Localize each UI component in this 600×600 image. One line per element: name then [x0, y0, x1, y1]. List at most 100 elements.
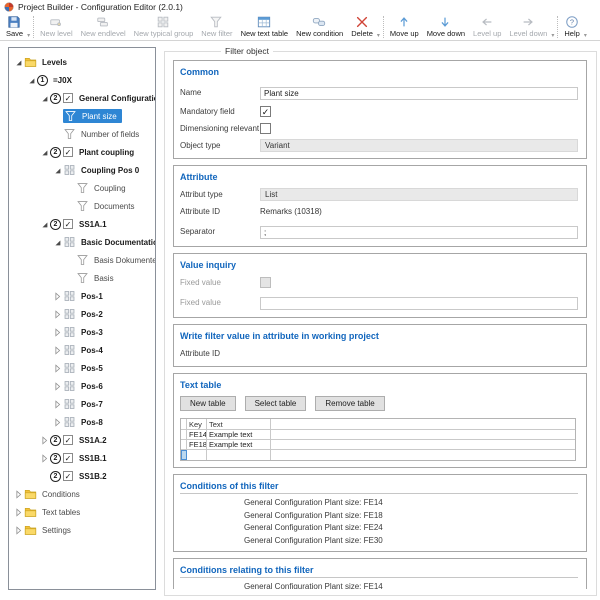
condition-item[interactable]: General Configuration Plant size: FE14: [180, 497, 578, 510]
tree-item-pos-5[interactable]: Pos-5: [9, 359, 155, 377]
expander-placeholder: [65, 183, 76, 194]
object-type-label: Object type: [180, 141, 260, 150]
tree-item-basic-documentation[interactable]: Basic Documentation: [9, 233, 155, 251]
expander-placeholder: [65, 201, 76, 212]
tree-item-basis[interactable]: Basis: [9, 269, 155, 287]
new-text-table-button[interactable]: New text table: [237, 14, 293, 40]
delete-button[interactable]: Delete: [347, 14, 377, 40]
condition-item[interactable]: General Configuration Plant size: FE24: [180, 522, 578, 535]
toolbar-group-overflow[interactable]: ▾: [584, 33, 588, 40]
new-filter-button[interactable]: New filter: [197, 14, 236, 40]
tree-item-conditions[interactable]: Conditions: [9, 485, 155, 503]
toolbar-group-overflow[interactable]: ▾: [551, 33, 555, 40]
new-endlevel-button[interactable]: New endlevel: [77, 14, 130, 40]
key-cell[interactable]: FE18: [187, 440, 207, 449]
expander-icon[interactable]: [52, 237, 63, 248]
expander-icon[interactable]: [39, 453, 50, 464]
expander-icon[interactable]: [39, 93, 50, 104]
expander-icon[interactable]: [52, 327, 63, 338]
expander-icon[interactable]: [13, 525, 24, 536]
tree-item-checkbox[interactable]: ✓: [63, 93, 73, 103]
tree-item-checkbox[interactable]: ✓: [63, 453, 73, 463]
tree-item-pos-2[interactable]: Pos-2: [9, 305, 155, 323]
name-input[interactable]: [260, 87, 578, 100]
tree-item-checkbox[interactable]: ✓: [63, 147, 73, 157]
tree-item-settings[interactable]: Settings: [9, 521, 155, 539]
text-cell[interactable]: Example text: [207, 440, 271, 449]
tree-item-levels[interactable]: Levels: [9, 53, 155, 71]
expander-icon[interactable]: [39, 435, 50, 446]
level-up-button[interactable]: Level up: [469, 14, 505, 40]
key-cell[interactable]: FE14: [187, 430, 207, 439]
condition-item[interactable]: General Configuration Plant size: FE30: [180, 535, 578, 548]
tree-item-documents[interactable]: Documents: [9, 197, 155, 215]
column-header-key[interactable]: Key: [187, 419, 207, 429]
expander-icon[interactable]: [52, 417, 63, 428]
tree-item-text-tables[interactable]: Text tables: [9, 503, 155, 521]
tree-item-pos-6[interactable]: Pos-6: [9, 377, 155, 395]
tree-item-number-of-fields[interactable]: Number of fields: [9, 125, 155, 143]
expander-icon[interactable]: [26, 75, 37, 86]
tree-item-coupling-pos-0[interactable]: Coupling Pos 0: [9, 161, 155, 179]
save-button[interactable]: Save: [2, 14, 27, 40]
expander-icon[interactable]: [39, 219, 50, 230]
tree-item-j0x[interactable]: 1=J0X: [9, 71, 155, 89]
level-down-button[interactable]: Level down: [505, 14, 551, 40]
expander-icon[interactable]: [52, 345, 63, 356]
tree-item-checkbox[interactable]: ✓: [63, 435, 73, 445]
condition-item[interactable]: General Configuration Plant size: FE14: [180, 581, 578, 589]
tree-item-pos-7[interactable]: Pos-7: [9, 395, 155, 413]
toolbar-group-overflow[interactable]: ▾: [27, 33, 31, 40]
text-cell[interactable]: Example text: [207, 430, 271, 439]
separator-input[interactable]: [260, 226, 578, 239]
tree-item-general-configuration[interactable]: 2✓General Configuration: [9, 89, 155, 107]
expander-icon[interactable]: [13, 489, 24, 500]
section-conditions-relating-title: Conditions relating to this filter: [180, 565, 578, 575]
expander-icon[interactable]: [52, 309, 63, 320]
expander-icon[interactable]: [52, 291, 63, 302]
mandatory-field-checkbox[interactable]: ✓: [260, 106, 271, 117]
help-button[interactable]: ?Help: [560, 14, 583, 40]
expander-icon[interactable]: [13, 507, 24, 518]
attribut-type-field[interactable]: List: [260, 188, 578, 201]
key-cell[interactable]: [187, 450, 207, 460]
fixed-value-input[interactable]: [260, 297, 578, 310]
new-level-button[interactable]: New level: [36, 14, 77, 40]
expander-icon[interactable]: [52, 165, 63, 176]
tree-item-checkbox[interactable]: ✓: [63, 219, 73, 229]
tree-item-coupling[interactable]: Coupling: [9, 179, 155, 197]
tree-item-pos-4[interactable]: Pos-4: [9, 341, 155, 359]
tree-item-pos-8[interactable]: Pos-8: [9, 413, 155, 431]
new-condition-button[interactable]: New condition: [292, 14, 347, 40]
expander-icon[interactable]: [39, 147, 50, 158]
expander-icon[interactable]: [52, 399, 63, 410]
tree-item-ss1b-1[interactable]: 2✓SS1B.1: [9, 449, 155, 467]
expander-icon[interactable]: [52, 363, 63, 374]
tree-item-pos-1[interactable]: Pos-1: [9, 287, 155, 305]
remove-table-button[interactable]: Remove table: [315, 396, 384, 411]
tree-item-plant-coupling[interactable]: 2✓Plant coupling: [9, 143, 155, 161]
column-header-text[interactable]: Text: [207, 419, 271, 429]
select-table-button[interactable]: Select table: [245, 396, 307, 411]
toolbar-group-overflow[interactable]: ▾: [377, 33, 381, 40]
fixed-value-checkbox[interactable]: [260, 277, 271, 288]
toolbar: Save▾New levelNew endlevelNew typical gr…: [0, 14, 600, 41]
tree-item-ss1b-2[interactable]: 2✓SS1B.2: [9, 467, 155, 485]
tree-item-pos-3[interactable]: Pos-3: [9, 323, 155, 341]
expander-icon[interactable]: [13, 57, 24, 68]
dimensioning-relevant-checkbox[interactable]: ✓: [260, 123, 271, 134]
tree-item-basis-dokumente[interactable]: Basis Dokumente: [9, 251, 155, 269]
tree-item-checkbox[interactable]: ✓: [63, 471, 73, 481]
text-cell[interactable]: [207, 450, 271, 460]
new-typical-group-button[interactable]: New typical group: [130, 14, 198, 40]
condition-item[interactable]: General Configuration Plant size: FE18: [180, 510, 578, 523]
move-up-button[interactable]: Move up: [386, 14, 423, 40]
new-table-button[interactable]: New table: [180, 396, 236, 411]
separator-label: Separator: [180, 227, 260, 236]
tree-item-ss1a-2[interactable]: 2✓SS1A.2: [9, 431, 155, 449]
expander-icon[interactable]: [52, 381, 63, 392]
tree-item-plant-size[interactable]: Plant size: [9, 107, 155, 125]
move-down-button[interactable]: Move down: [423, 14, 469, 40]
object-type-field[interactable]: Variant: [260, 139, 578, 152]
tree-item-ss1a-1[interactable]: 2✓SS1A.1: [9, 215, 155, 233]
